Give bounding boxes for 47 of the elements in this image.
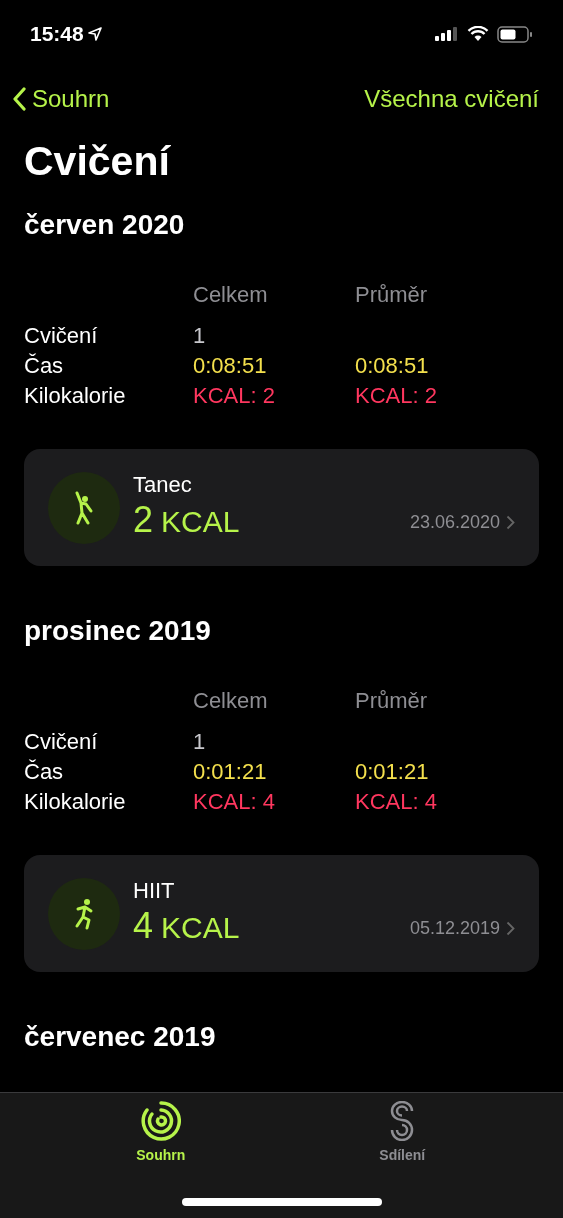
total-value: 0:01:21: [193, 758, 268, 786]
month-heading: prosinec 2019: [24, 614, 212, 648]
column-header: Celkem: [193, 281, 269, 309]
total-value: 1: [193, 322, 207, 350]
row-label: Kilokalorie: [24, 788, 127, 816]
tab[interactable]: Sdílení: [332, 1101, 473, 1166]
average-value: KCAL: 2: [355, 382, 438, 410]
workout-name: Tanec: [133, 471, 193, 498]
total-value: KCAL: 2: [193, 382, 276, 410]
chevron-right-icon: [506, 920, 515, 936]
total-value: KCAL: 4: [193, 788, 276, 816]
signal-icon: [435, 27, 459, 41]
column-header: Průměr: [355, 687, 429, 715]
all-workouts-link[interactable]: Všechna cvičení: [364, 81, 539, 117]
back-button[interactable]: Souhrn: [12, 81, 110, 117]
workout-calories: 2 KCAL: [133, 497, 240, 542]
row-label: Cvičení: [24, 728, 99, 756]
column-header: Průměr: [355, 281, 429, 309]
location-icon: [87, 27, 102, 41]
row-label: Kilokalorie: [24, 382, 127, 410]
workout-date: 23.06.2020: [409, 510, 500, 534]
status-time: 15:48: [30, 21, 84, 48]
row-label: Cvičení: [24, 322, 99, 350]
workout-name: HIIT: [133, 877, 176, 904]
wifi-icon: [467, 26, 489, 42]
row-label: Čas: [24, 352, 65, 380]
page-title: Cvičení: [23, 137, 172, 186]
chevron-right-icon: [506, 514, 515, 530]
total-value: 1: [193, 728, 207, 756]
battery-icon: [497, 25, 533, 43]
workout-card[interactable]: Tanec 2 KCAL 23.06.2020: [24, 449, 539, 566]
column-header: Celkem: [193, 687, 269, 715]
runner-icon: [73, 897, 95, 930]
workout-date: 05.12.2019: [409, 916, 500, 940]
total-value: 0:08:51: [193, 352, 268, 380]
month-heading: červenec 2019: [24, 1020, 217, 1054]
tab[interactable]: Souhrn: [90, 1101, 231, 1166]
month-heading: červen 2020: [24, 208, 186, 242]
workout-calories: 4 KCAL: [133, 903, 240, 948]
chevron-left-icon: [12, 87, 26, 111]
dancer-icon: [73, 490, 95, 525]
average-value: 0:08:51: [355, 352, 430, 380]
workout-card[interactable]: HIIT 4 KCAL 05.12.2019: [24, 855, 539, 972]
average-value: KCAL: 4: [355, 788, 438, 816]
average-value: 0:01:21: [355, 758, 430, 786]
row-label: Čas: [24, 758, 65, 786]
rings-icon: [140, 1101, 181, 1141]
